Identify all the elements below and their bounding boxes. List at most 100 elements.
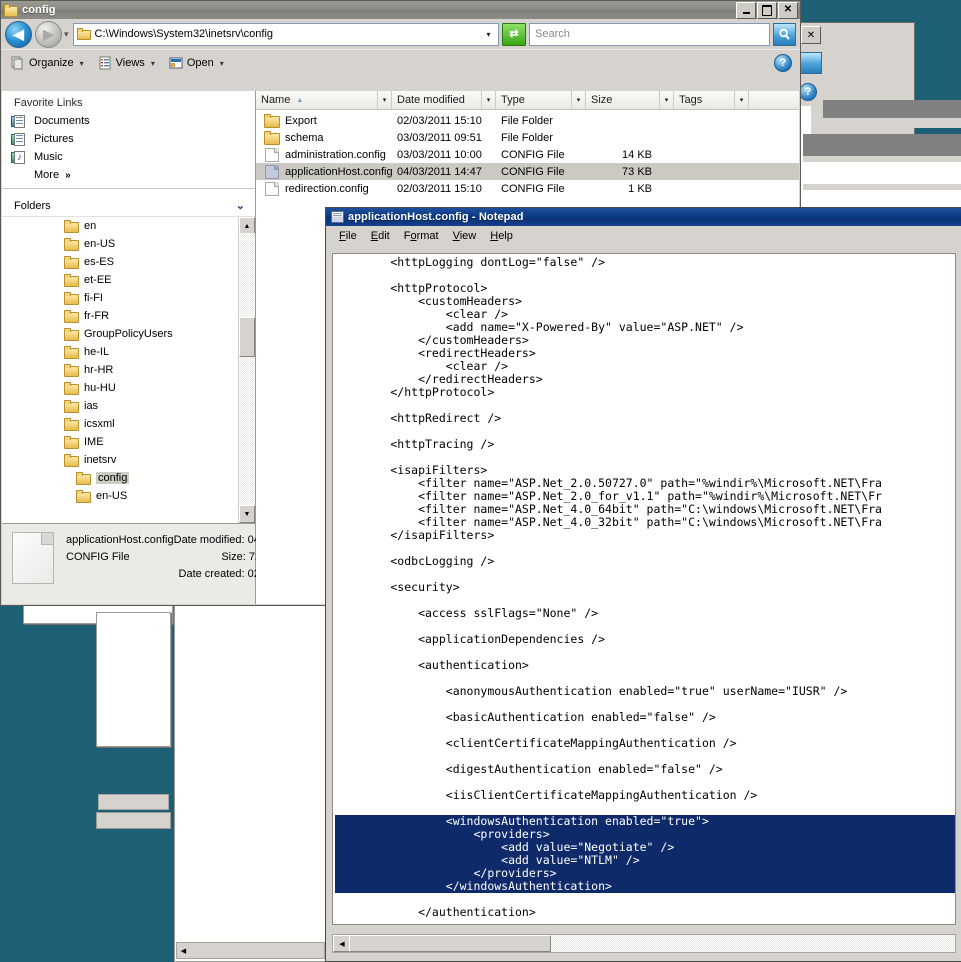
folder-tree[interactable]: en en-US es-ES et-EE fi-FI fr-FR GroupPolicyUs… xyxy=(2,216,255,523)
column-header-tags[interactable]: Tags ▾ xyxy=(674,91,749,109)
table-row[interactable]: redirection.config 02/03/2011 15:10 CONFIG… xyxy=(256,180,799,197)
forward-button[interactable]: ▶ xyxy=(35,20,62,48)
column-menu-button[interactable]: ▾ xyxy=(571,91,585,109)
scroll-down-button[interactable]: ▼ xyxy=(239,505,255,523)
notepad-line: </authentication> xyxy=(335,905,536,919)
notepad-text-content[interactable]: <httpLogging dontLog="false" /> <httpPro… xyxy=(333,254,955,924)
tree-item[interactable]: he-IL xyxy=(2,343,239,361)
column-header-filler xyxy=(749,91,799,109)
notepad-horizontal-scrollbar[interactable]: ◀ xyxy=(332,934,956,953)
details-text: applicationHost.config Date modified: 04… xyxy=(66,532,288,604)
tree-item[interactable]: config xyxy=(2,469,239,487)
tree-item[interactable]: en-US xyxy=(2,487,239,505)
tree-item[interactable]: ias xyxy=(2,397,239,415)
table-row[interactable]: schema 03/03/2011 09:51 File Folder xyxy=(256,129,799,146)
address-bar[interactable]: C:\Windows\System32\inetsrv\config ▾ xyxy=(72,22,499,46)
cell-type: CONFIG File xyxy=(501,148,565,161)
address-dropdown-icon[interactable]: ▾ xyxy=(481,25,496,44)
organize-icon xyxy=(11,56,23,70)
column-header-date-modified[interactable]: Date modified ▾ xyxy=(392,91,496,109)
column-header-label: Size xyxy=(591,94,613,106)
maximize-button[interactable] xyxy=(757,1,777,19)
search-button[interactable] xyxy=(773,22,796,46)
folder-tree-list: en en-US es-ES et-EE fi-FI fr-FR GroupPolicyUs… xyxy=(2,217,239,523)
menu-item-help[interactable]: Help xyxy=(483,228,520,244)
favorite-link-documents[interactable]: Documents xyxy=(2,112,255,130)
favorite-link-music[interactable]: ♪ Music xyxy=(2,148,255,166)
close-button[interactable]: ✕ xyxy=(778,1,798,19)
notepad-title-bar[interactable]: applicationHost.config - Notepad xyxy=(326,208,961,226)
file-icon-selected xyxy=(264,164,280,179)
background-window-help-icon[interactable]: ? xyxy=(799,83,817,101)
menu-item-file[interactable]: File xyxy=(332,228,364,244)
column-header-type[interactable]: Type ▾ xyxy=(496,91,586,109)
table-row[interactable]: administration.config 03/03/2011 10:00 CON… xyxy=(256,146,799,163)
back-button[interactable]: ◀ xyxy=(5,20,32,48)
tree-item[interactable]: fi-FI xyxy=(2,289,239,307)
background-window-search-button[interactable] xyxy=(800,52,822,74)
search-input[interactable] xyxy=(533,27,766,41)
tree-item[interactable]: en-US xyxy=(2,235,239,253)
scroll-thumb[interactable] xyxy=(349,935,551,952)
folder-icon xyxy=(76,489,91,503)
tree-item[interactable]: es-ES xyxy=(2,253,239,271)
file-icon xyxy=(264,147,280,162)
column-menu-button[interactable]: ▾ xyxy=(734,91,748,109)
tree-item[interactable]: icsxml xyxy=(2,415,239,433)
pictures-icon xyxy=(11,132,27,147)
tree-item-label: ias xyxy=(84,400,99,412)
tree-item[interactable]: inetsrv xyxy=(2,451,239,469)
notepad-window[interactable]: applicationHost.config - Notepad File Edi… xyxy=(325,207,961,962)
scroll-track[interactable] xyxy=(239,233,255,507)
open-button[interactable]: Open ▾ xyxy=(165,52,232,74)
tree-item-label: hr-HR xyxy=(84,364,114,376)
menu-item-format[interactable]: Format xyxy=(397,228,446,244)
tree-item[interactable]: IME xyxy=(2,433,239,451)
tree-item-label: fi-FI xyxy=(84,292,103,304)
chevron-down-icon: ▾ xyxy=(79,58,84,68)
background-window-lower-mid[interactable] xyxy=(96,612,171,747)
tree-item-label: fr-FR xyxy=(84,310,110,322)
tree-item[interactable]: et-EE xyxy=(2,271,239,289)
tree-item[interactable]: GroupPolicyUsers xyxy=(2,325,239,343)
tree-item[interactable]: hr-HR xyxy=(2,361,239,379)
folders-header[interactable]: Folders ⌄ xyxy=(2,196,255,216)
column-menu-button[interactable]: ▾ xyxy=(481,91,495,109)
background-window-close-button[interactable]: ✕ xyxy=(801,26,821,44)
minimize-button[interactable] xyxy=(736,1,756,19)
search-box[interactable] xyxy=(529,22,770,46)
notepad-text-area[interactable]: <httpLogging dontLog="false" /> <httpPro… xyxy=(332,253,956,925)
favorite-link-pictures[interactable]: Pictures xyxy=(2,130,255,148)
tree-item[interactable]: en xyxy=(2,217,239,235)
tree-item[interactable]: fr-FR xyxy=(2,307,239,325)
background-window-lower-right-scroll[interactable]: ◀ xyxy=(176,942,325,959)
column-menu-button[interactable]: ▾ xyxy=(659,91,673,109)
explorer-title-bar[interactable]: config ✕ xyxy=(1,1,800,19)
cell-name: schema xyxy=(285,131,324,144)
table-row[interactable]: applicationHost.config 04/03/2011 14:47 CO… xyxy=(256,163,799,180)
help-button[interactable]: ? xyxy=(774,54,792,72)
refresh-button[interactable]: ⇄ xyxy=(502,22,526,46)
tree-item-label: IME xyxy=(84,436,104,448)
tree-item-label: en-US xyxy=(84,238,116,250)
views-button[interactable]: Views ▾ xyxy=(94,52,163,74)
table-row[interactable]: Export 02/03/2011 15:10 File Folder xyxy=(256,112,799,129)
tree-item[interactable]: hu-HU xyxy=(2,379,239,397)
background-window-lower-right[interactable] xyxy=(174,600,327,962)
favorite-links-more-button[interactable]: More » xyxy=(2,166,255,184)
history-dropdown-button[interactable]: ▾ xyxy=(64,29,69,40)
column-header-size[interactable]: Size ▾ xyxy=(586,91,674,109)
refresh-icon: ⇄ xyxy=(509,27,519,40)
folder-tree-scrollbar[interactable]: ▲ ▼ xyxy=(238,217,255,523)
column-header-name[interactable]: Name ▲ ▾ xyxy=(256,91,392,109)
menu-item-edit[interactable]: Edit xyxy=(364,228,397,244)
scroll-thumb[interactable] xyxy=(239,317,255,357)
nav-pane-splitter[interactable] xyxy=(2,188,255,196)
background-window-lower-mid-scroll[interactable] xyxy=(98,794,169,810)
notepad-line: <iisClientCertificateMappingAuthenticati… xyxy=(335,788,758,802)
notepad-line: <security> xyxy=(335,580,460,594)
organize-button[interactable]: Organize ▾ xyxy=(7,52,92,74)
column-menu-button[interactable]: ▾ xyxy=(377,91,391,109)
cell-type: File Folder xyxy=(501,114,553,127)
menu-item-view[interactable]: View xyxy=(446,228,484,244)
